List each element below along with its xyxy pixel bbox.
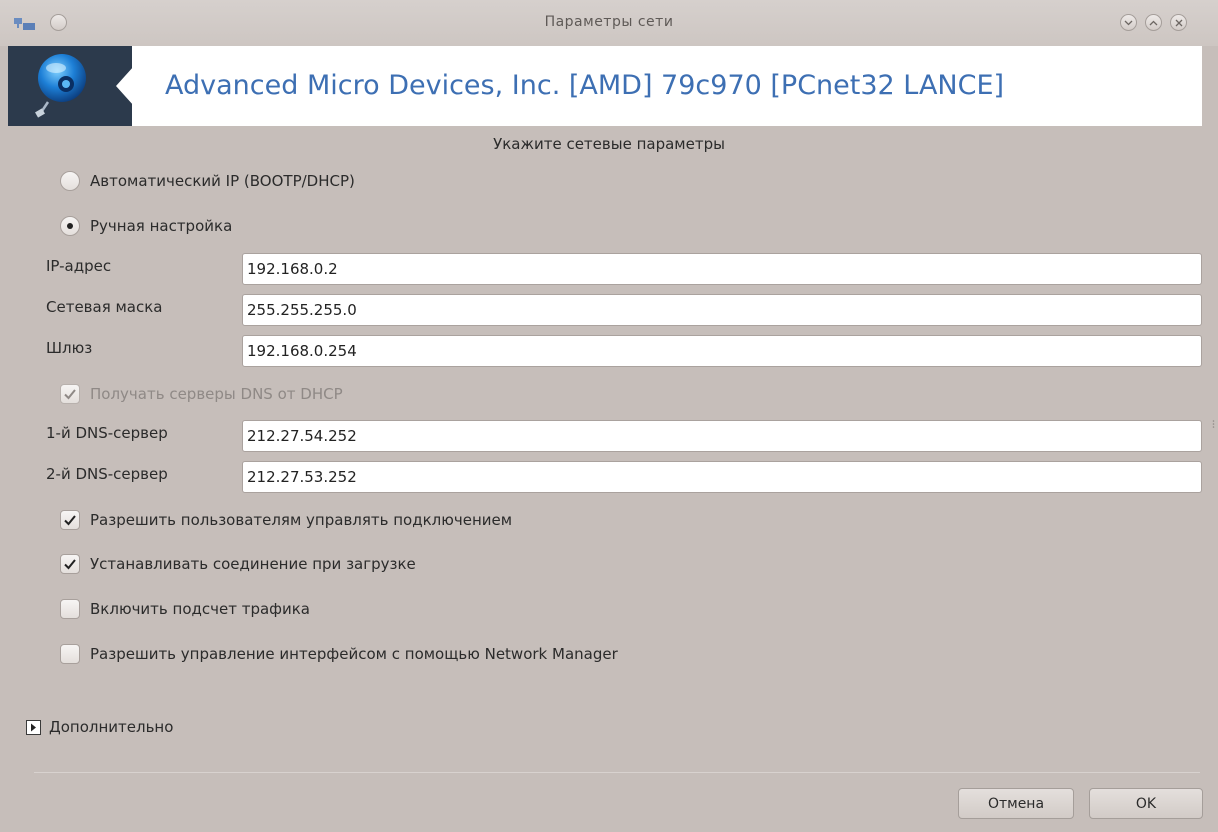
banner-icon-area [8, 46, 132, 126]
traffic-accounting-label: Включить подсчет трафика [90, 600, 310, 618]
start-at-boot-label: Устанавливать соединение при загрузке [90, 555, 416, 573]
netmask-label: Сетевая маска [46, 298, 163, 316]
checkmark-icon [64, 559, 76, 570]
radio-auto-ip[interactable]: Автоматический IP (BOOTP/DHCP) [60, 171, 355, 191]
splitter-handle[interactable] [1212, 415, 1215, 428]
cancel-button[interactable]: Отмена [958, 788, 1074, 819]
checkbox-box[interactable] [60, 554, 80, 574]
traffic-accounting-checkbox[interactable]: Включить подсчет трафика [60, 599, 310, 619]
radio-manual[interactable]: Ручная настройка [60, 216, 232, 236]
checkbox-box[interactable] [60, 644, 80, 664]
ip-address-label: IP-адрес [46, 257, 112, 275]
checkbox-box[interactable] [60, 510, 80, 530]
header-banner: Advanced Micro Devices, Inc. [AMD] 79c97… [8, 46, 1202, 126]
dns-from-dhcp-checkbox[interactable]: Получать серверы DNS от DHCP [60, 384, 343, 404]
maximize-button[interactable] [1145, 14, 1162, 31]
expand-arrow-icon[interactable] [26, 719, 41, 735]
dns2-label: 2-й DNS-сервер [46, 465, 168, 483]
netmask-input[interactable]: 255.255.255.0 [242, 294, 1202, 326]
gateway-label: Шлюз [46, 339, 93, 357]
dns-from-dhcp-label: Получать серверы DNS от DHCP [90, 385, 343, 403]
allow-users-checkbox[interactable]: Разрешить пользователям управлять подклю… [60, 510, 512, 530]
close-icon [1175, 19, 1182, 26]
minimize-button[interactable] [1120, 14, 1137, 31]
radio-auto-ip-label: Автоматический IP (BOOTP/DHCP) [90, 172, 355, 190]
checkmark-icon [64, 389, 76, 400]
network-settings-window: Параметры сети Advanced Micro Devices, I… [0, 0, 1218, 832]
allow-users-label: Разрешить пользователям управлять подклю… [90, 511, 513, 529]
close-button[interactable] [1170, 14, 1187, 31]
start-at-boot-checkbox[interactable]: Устанавливать соединение при загрузке [60, 554, 416, 574]
checkbox-box[interactable] [60, 599, 80, 619]
dns1-label: 1-й DNS-сервер [46, 424, 168, 442]
advanced-expander[interactable]: Дополнительно [26, 718, 173, 736]
advanced-label: Дополнительно [49, 718, 174, 736]
form-subtitle: Укажите сетевые параметры [493, 135, 725, 153]
radio-manual-label: Ручная настройка [90, 217, 233, 235]
window-title: Параметры сети [544, 14, 674, 30]
dns2-input[interactable]: 212.27.53.252 [242, 461, 1202, 493]
dns1-input[interactable]: 212.27.54.252 [242, 420, 1202, 452]
radio-button[interactable] [60, 171, 80, 191]
device-title: Advanced Micro Devices, Inc. [AMD] 79c97… [165, 70, 1005, 101]
banner-notch [116, 66, 134, 106]
network-globe-icon [35, 54, 86, 118]
gateway-input[interactable]: 192.168.0.254 [242, 335, 1202, 367]
ip-address-input[interactable]: 192.168.0.2 [242, 253, 1202, 285]
network-manager-label: Разрешить управление интерфейсом с помощ… [90, 645, 618, 663]
divider [34, 772, 1200, 773]
ok-button[interactable]: OK [1089, 788, 1203, 819]
checkbox-box[interactable] [60, 384, 80, 404]
radio-dot-icon [67, 223, 73, 229]
chevron-down-icon [1124, 20, 1133, 25]
chevron-up-icon [1149, 20, 1158, 25]
checkmark-icon [64, 515, 76, 526]
network-manager-checkbox[interactable]: Разрешить управление интерфейсом с помощ… [60, 644, 618, 664]
title-bar: Параметры сети [0, 0, 1218, 46]
radio-button-selected[interactable] [60, 216, 80, 236]
